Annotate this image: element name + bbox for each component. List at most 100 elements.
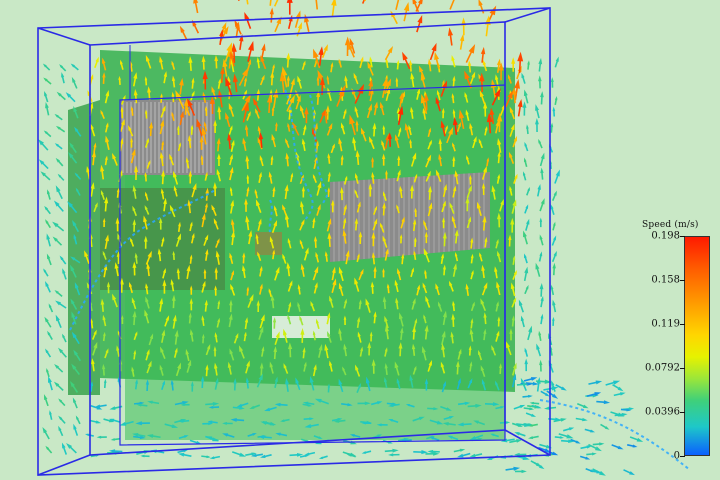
velocity-arrow: [304, 13, 310, 33]
velocity-arrow: [525, 412, 537, 417]
velocity-arrow: [331, 0, 337, 17]
velocity-arrow: [552, 106, 556, 117]
velocity-arrow: [110, 437, 120, 441]
velocity-arrow: [522, 171, 527, 181]
velocity-arrow: [43, 130, 52, 138]
velocity-arrow: [550, 284, 555, 296]
velocity-arrow: [55, 314, 62, 329]
velocity-arrow: [528, 435, 539, 440]
velocity-arrow: [59, 64, 67, 72]
velocity-arrow: [449, 0, 455, 10]
velocity-arrow: [103, 378, 107, 389]
velocity-arrow: [56, 91, 66, 101]
velocity-arrow: [53, 200, 64, 212]
cfd-viewport[interactable]: Speed (m/s) 0.198 0.158 0.119 0.0792 0.0396 0: [0, 0, 720, 480]
velocity-arrow: [48, 303, 54, 313]
velocity-arrow: [415, 0, 423, 12]
velocity-arrow: [44, 280, 51, 293]
legend-tick-label: 0.0792: [645, 362, 680, 374]
velocity-arrow: [43, 394, 49, 407]
velocity-arrow: [269, 7, 274, 23]
velocity-arrow: [209, 455, 221, 460]
velocity-arrow: [403, 2, 410, 22]
velocity-arrow: [61, 72, 65, 84]
velocity-arrow: [584, 428, 596, 433]
velocity-arrow: [45, 219, 51, 229]
velocity-arrow: [523, 407, 535, 411]
velocity-arrow: [529, 401, 540, 405]
velocity-arrow: [269, 0, 272, 6]
velocity-arrow: [520, 315, 525, 328]
legend-tick-label: 0.158: [651, 274, 680, 286]
velocity-arrow: [96, 435, 107, 439]
velocity-arrow: [318, 455, 328, 460]
velocity-arrow: [551, 190, 557, 201]
velocity-arrow: [526, 124, 529, 135]
velocity-arrow: [461, 17, 467, 36]
velocity-arrow: [612, 383, 624, 392]
velocity-arrow: [47, 189, 51, 200]
velocity-arrow: [94, 56, 99, 68]
legend-tick-mark: [680, 280, 685, 281]
velocity-arrow: [596, 400, 611, 405]
velocity-arrow: [514, 469, 527, 474]
cfd-scene[interactable]: [0, 0, 720, 480]
velocity-arrow: [61, 442, 68, 455]
velocity-arrow: [58, 398, 66, 407]
velocity-arrow: [179, 25, 188, 40]
velocity-arrow: [304, 451, 316, 456]
velocity-arrow: [535, 262, 541, 277]
velocity-arrow: [246, 0, 249, 5]
velocity-arrow: [70, 63, 79, 71]
velocity-arrow: [523, 266, 529, 281]
velocity-arrow: [539, 234, 544, 246]
velocity-arrow: [384, 448, 399, 453]
velocity-arrow: [576, 403, 589, 409]
velocity-arrow: [54, 363, 64, 373]
velocity-arrow: [540, 91, 544, 105]
velocity-arrow: [388, 453, 400, 457]
velocity-arrow: [55, 185, 63, 200]
velocity-arrow: [48, 376, 53, 391]
velocity-arrow: [55, 300, 67, 309]
velocity-arrow: [40, 171, 51, 181]
velocity-arrow: [58, 347, 67, 358]
legend-tick-mark: [680, 324, 685, 325]
velocity-arrow: [416, 14, 423, 33]
legend-tick-mark: [680, 368, 685, 369]
velocity-arrow: [524, 284, 529, 295]
velocity-arrow: [521, 72, 526, 84]
velocity-arrow: [524, 358, 528, 372]
velocity-arrow: [54, 143, 63, 150]
velocity-arrow: [46, 233, 51, 247]
velocity-arrow: [524, 347, 529, 357]
velocity-arrow: [453, 448, 466, 453]
velocity-arrow: [538, 57, 543, 72]
velocity-arrow: [58, 425, 64, 437]
component-small: [255, 232, 282, 255]
velocity-arrow: [613, 392, 626, 397]
velocity-arrow: [517, 98, 523, 117]
velocity-arrow: [551, 235, 557, 246]
enclosure-edge-tl: [37, 27, 91, 46]
velocity-arrow: [538, 330, 542, 341]
velocity-arrow: [53, 381, 64, 391]
speed-legend: Speed (m/s) 0.198 0.158 0.119 0.0792 0.0396 0: [640, 218, 720, 468]
velocity-arrow: [61, 333, 67, 343]
velocity-arrow: [395, 0, 402, 11]
velocity-arrow: [89, 419, 102, 424]
velocity-arrow: [554, 95, 558, 106]
velocity-arrow: [540, 313, 544, 325]
velocity-arrow: [42, 426, 50, 440]
velocity-arrow: [524, 141, 529, 152]
velocity-arrow: [390, 10, 398, 25]
velocity-arrow: [552, 221, 556, 231]
legend-tick-label: 0.0396: [645, 406, 680, 418]
velocity-arrow: [611, 444, 624, 450]
velocity-arrow: [273, 0, 279, 7]
velocity-arrow: [536, 183, 541, 197]
velocity-arrow: [522, 101, 527, 116]
velocity-arrow: [315, 0, 319, 10]
velocity-arrow: [554, 56, 559, 68]
velocity-arrow: [523, 157, 528, 168]
